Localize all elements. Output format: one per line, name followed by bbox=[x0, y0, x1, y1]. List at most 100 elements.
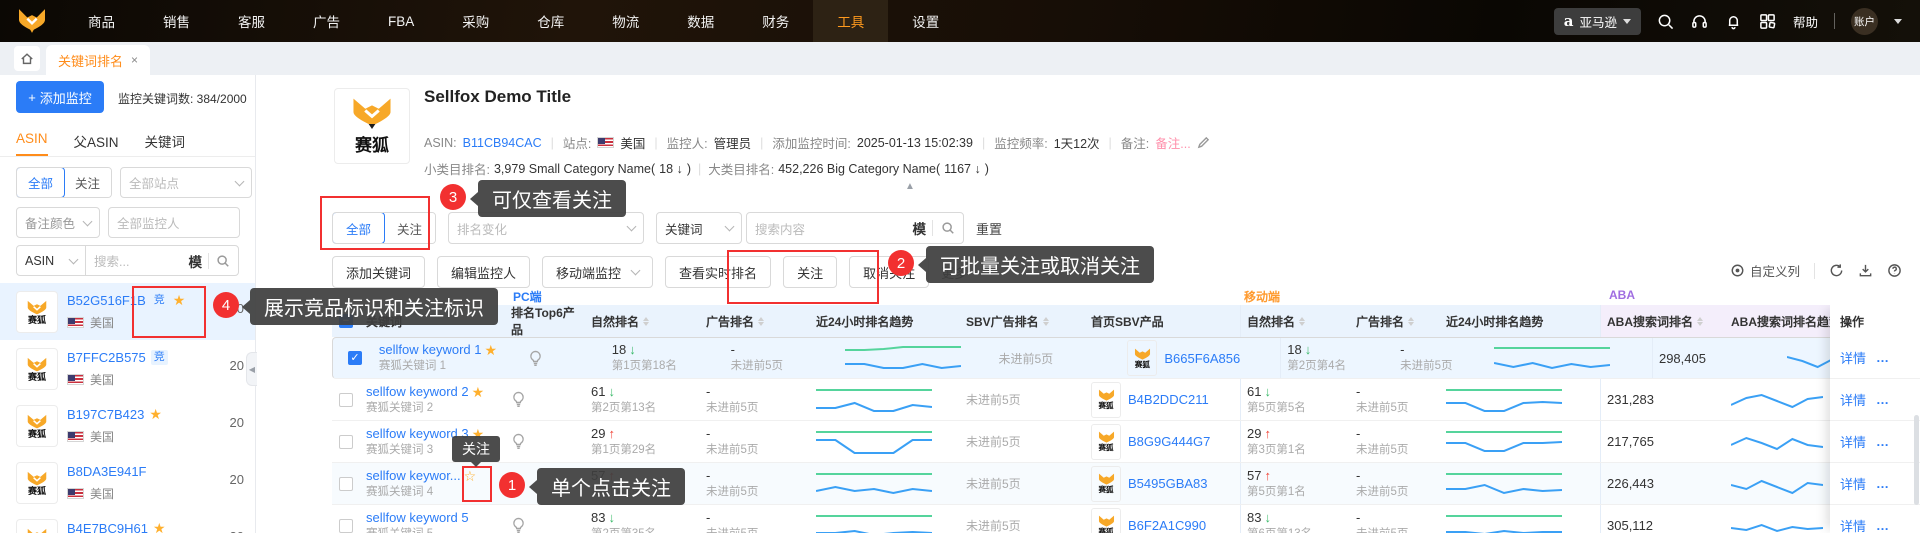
asin-link[interactable]: B4E7BC9H61 bbox=[67, 521, 148, 533]
reset-button[interactable]: 重置 bbox=[976, 219, 1002, 238]
follow-star-icon[interactable]: ★ bbox=[472, 385, 485, 399]
home-tab[interactable] bbox=[14, 46, 40, 71]
nav-item-sales[interactable]: 销售 bbox=[139, 0, 214, 42]
bulb-icon[interactable] bbox=[511, 517, 526, 533]
more-actions-icon[interactable]: … bbox=[1876, 392, 1890, 407]
note-value[interactable]: 备注... bbox=[1155, 133, 1190, 152]
asin-value[interactable]: B11CB94CAC bbox=[463, 136, 542, 150]
download-icon[interactable] bbox=[1858, 263, 1873, 278]
table-row[interactable]: sellfow keyword 5赛狐关键词 5 83↓第2页第35名 -未进前… bbox=[332, 505, 1920, 533]
nav-item-logistics[interactable]: 物流 bbox=[588, 0, 663, 42]
fuzzy-toggle[interactable]: 模 bbox=[907, 218, 933, 238]
edit-monitor-button[interactable]: 编辑监控人 bbox=[437, 256, 531, 288]
custom-columns-button[interactable]: 自定义列 bbox=[1730, 261, 1800, 280]
sidebar-tab-keyword[interactable]: 关键词 bbox=[145, 121, 186, 156]
col-sbv-rank[interactable]: SBV广告排名 bbox=[960, 305, 1085, 337]
bell-icon[interactable] bbox=[1725, 12, 1743, 30]
list-item-asin-5[interactable]: 赛狐 B4E7BC9H61★ 美国 20 bbox=[0, 511, 255, 533]
headset-icon[interactable] bbox=[1691, 12, 1709, 30]
detail-link[interactable]: 详情 bbox=[1840, 474, 1866, 493]
list-item-asin-2[interactable]: 赛狐 B7FFC2B575 竞 美国 20 bbox=[0, 340, 255, 397]
search-icon[interactable] bbox=[941, 221, 955, 235]
col-mobile-natural[interactable]: 自然排名 bbox=[1240, 305, 1350, 337]
col-mobile-ad[interactable]: 广告排名 bbox=[1350, 305, 1440, 337]
asin-link[interactable]: B197C7B423 bbox=[67, 407, 144, 422]
nav-item-service[interactable]: 客服 bbox=[214, 0, 289, 42]
col-top6[interactable]: 排名Top6产品 bbox=[505, 305, 585, 337]
table-row[interactable]: sellfow keyword 3 ★ 赛狐关键词 3 29 ↑ 第1页第29名 - 未进… bbox=[332, 421, 1920, 463]
search-icon[interactable] bbox=[216, 254, 230, 268]
account-avatar[interactable]: 账户 bbox=[1851, 7, 1878, 35]
bulb-icon[interactable] bbox=[511, 433, 526, 450]
table-row[interactable]: sellfow keyword 2 ★ 赛狐关键词 2 61 ↓ 第2页第13名 - 未进… bbox=[332, 379, 1920, 421]
sbv-asin-link[interactable]: B8G9G444G7 bbox=[1128, 434, 1210, 449]
row-checkbox[interactable] bbox=[339, 518, 353, 533]
note-color-select[interactable]: 备注颜色 bbox=[16, 207, 100, 238]
sbv-asin-link[interactable]: B5495GBA83 bbox=[1128, 476, 1208, 491]
sort-caret-icon[interactable] bbox=[1299, 316, 1306, 326]
nav-item-warehouse[interactable]: 仓库 bbox=[513, 0, 588, 42]
keyword-link[interactable]: sellfow keywor... bbox=[366, 468, 461, 484]
nav-item-data[interactable]: 数据 bbox=[663, 0, 738, 42]
sort-caret-icon[interactable] bbox=[1042, 316, 1049, 326]
more-actions-icon[interactable]: … bbox=[1876, 518, 1890, 533]
nav-item-tools[interactable]: 工具 bbox=[813, 0, 889, 42]
tab-keyword-ranking[interactable]: 关键词排名 × bbox=[46, 45, 151, 75]
keyword-link[interactable]: sellfow keyword 2 bbox=[366, 384, 469, 400]
asin-link[interactable]: B8DA3E941F bbox=[67, 464, 147, 479]
nav-item-settings[interactable]: 设置 bbox=[888, 0, 963, 42]
col-natural-rank[interactable]: 自然排名 bbox=[585, 305, 700, 337]
marketplace-switcher[interactable]: a 亚马逊 bbox=[1553, 7, 1641, 35]
site-select[interactable]: 全部站点 bbox=[120, 167, 253, 198]
sidebar-search-input[interactable]: 搜索... 模 bbox=[85, 245, 239, 276]
search-icon[interactable] bbox=[1657, 12, 1675, 30]
collapse-up-icon[interactable]: ▲ bbox=[905, 181, 915, 192]
nav-item-ads[interactable]: 广告 bbox=[289, 0, 364, 42]
edit-pencil-icon[interactable] bbox=[1197, 136, 1210, 149]
bulb-icon[interactable] bbox=[511, 391, 526, 408]
sort-caret-icon[interactable] bbox=[758, 316, 765, 326]
sort-caret-icon[interactable] bbox=[1408, 316, 1415, 326]
keyword-link[interactable]: sellfow keyword 1 bbox=[379, 342, 482, 358]
apps-grid-icon[interactable] bbox=[1759, 12, 1777, 30]
search-field-select[interactable]: 关键词 bbox=[656, 212, 743, 244]
sort-caret-icon[interactable] bbox=[1697, 316, 1703, 326]
row-checkbox[interactable]: ✓ bbox=[348, 351, 362, 365]
help-link[interactable]: 帮助 bbox=[1793, 12, 1818, 31]
monitor-select[interactable]: 全部监控人 bbox=[108, 207, 240, 238]
nav-item-fba[interactable]: FBA bbox=[364, 0, 438, 42]
more-actions-icon[interactable]: … bbox=[1876, 350, 1890, 365]
content-search-input[interactable]: 搜索内容 模 bbox=[746, 212, 965, 244]
sidebar-seg-all[interactable]: 全部 bbox=[17, 168, 66, 197]
nav-item-finance[interactable]: 财务 bbox=[738, 0, 813, 42]
sidebar-seg-follow[interactable]: 关注 bbox=[64, 168, 112, 197]
search-type-select[interactable]: ASIN bbox=[16, 245, 86, 276]
nav-item-products[interactable]: 商品 bbox=[64, 0, 139, 42]
sellfox-logo-icon[interactable] bbox=[0, 8, 64, 34]
refresh-icon[interactable] bbox=[1829, 263, 1844, 278]
sidebar-collapse-handle[interactable]: ◀ bbox=[246, 352, 257, 386]
vertical-scrollbar[interactable] bbox=[1914, 415, 1919, 505]
nav-item-purchase[interactable]: 采购 bbox=[438, 0, 513, 42]
follow-star-icon[interactable]: ★ bbox=[153, 521, 166, 533]
sidebar-tab-asin[interactable]: ASIN bbox=[16, 121, 48, 156]
bulb-icon[interactable] bbox=[528, 350, 543, 367]
keyword-link[interactable]: sellfow keyword 5 bbox=[366, 510, 469, 526]
follow-star-icon[interactable]: ★ bbox=[149, 407, 162, 421]
more-actions-icon[interactable]: … bbox=[1876, 434, 1890, 449]
row-checkbox[interactable] bbox=[339, 392, 353, 407]
detail-link[interactable]: 详情 bbox=[1840, 432, 1866, 451]
detail-link[interactable]: 详情 bbox=[1840, 348, 1866, 367]
sbv-asin-link[interactable]: B4B2DDC211 bbox=[1128, 392, 1209, 407]
row-checkbox[interactable] bbox=[339, 476, 353, 491]
mobile-monitor-button[interactable]: 移动端监控 bbox=[542, 256, 654, 288]
asin-link[interactable]: B7FFC2B575 bbox=[67, 350, 146, 365]
help-icon[interactable] bbox=[1887, 263, 1902, 278]
sbv-asin-link[interactable]: B665F6A856 bbox=[1164, 351, 1240, 366]
sidebar-tab-parent-asin[interactable]: 父ASIN bbox=[74, 121, 119, 156]
list-item-asin-3[interactable]: 赛狐 B197C7B423 ★ 美国 20 bbox=[0, 397, 255, 454]
table-row[interactable]: ✓ sellfow keyword 1 ★ 赛狐关键词 1 18 ↓ 第1页第18名 -… bbox=[332, 337, 1920, 379]
more-actions-icon[interactable]: … bbox=[1876, 476, 1890, 491]
list-item-asin-4[interactable]: 赛狐 B8DA3E941F 美国 20 bbox=[0, 454, 255, 511]
detail-link[interactable]: 详情 bbox=[1840, 516, 1866, 533]
